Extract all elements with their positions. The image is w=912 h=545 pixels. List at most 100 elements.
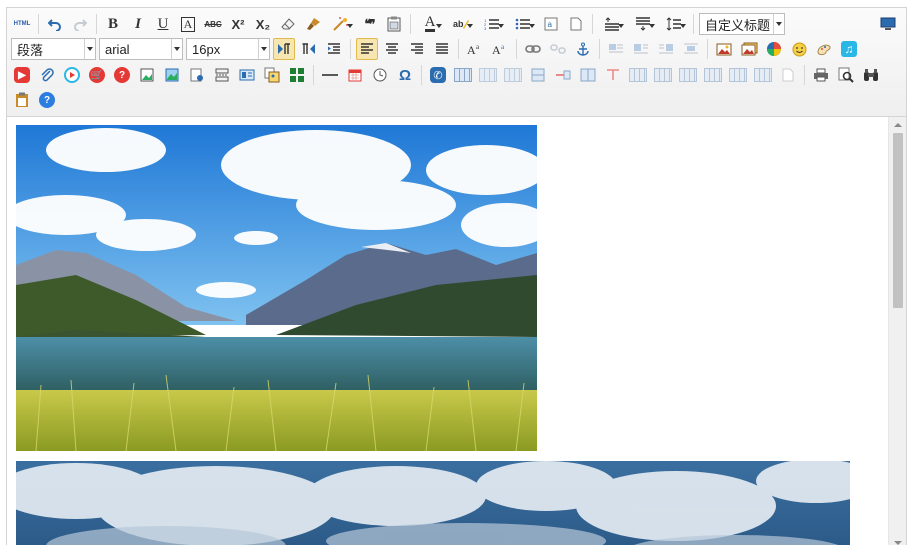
redo-button[interactable] xyxy=(69,13,91,35)
strikethrough-button[interactable]: ABC xyxy=(202,13,224,35)
quote-icon: ❝❞ xyxy=(364,17,376,31)
insert-image-button[interactable] xyxy=(738,38,760,60)
delete-col-button[interactable] xyxy=(552,64,574,86)
split-cols-button[interactable] xyxy=(702,64,724,86)
row-spacing-bottom-button[interactable] xyxy=(629,13,657,35)
back-color-button[interactable]: ab xyxy=(447,13,475,35)
template-button[interactable] xyxy=(186,64,208,86)
background-button[interactable] xyxy=(211,64,233,86)
image-none-button[interactable] xyxy=(605,38,627,60)
ordered-list-button[interactable]: 123 xyxy=(478,13,506,35)
html-source-button[interactable]: HTML xyxy=(11,13,33,35)
insert-row-button[interactable] xyxy=(477,64,499,86)
merge-down-button[interactable] xyxy=(627,64,649,86)
custom-style-select[interactable]: 自定义标题 xyxy=(699,13,785,35)
line-height-button[interactable] xyxy=(660,13,688,35)
anchor-button[interactable] xyxy=(572,38,594,60)
scroll-thumb[interactable] xyxy=(893,133,903,308)
emotion-button[interactable] xyxy=(763,38,785,60)
attachment-button[interactable] xyxy=(36,64,58,86)
scroll-up-arrow-icon[interactable] xyxy=(894,123,902,127)
table-props-button[interactable] xyxy=(727,64,749,86)
cell-props-button[interactable] xyxy=(752,64,774,86)
font-border-button[interactable]: A xyxy=(177,13,199,35)
insert-code-button[interactable]: a xyxy=(540,13,562,35)
preview-button[interactable] xyxy=(835,64,857,86)
simple-upload-button[interactable] xyxy=(713,38,735,60)
superscript-icon: X² xyxy=(231,16,245,32)
fullscreen-button[interactable] xyxy=(877,13,899,35)
insert-table-button[interactable] xyxy=(452,64,474,86)
font-family-select[interactable]: arial xyxy=(99,38,183,60)
help-red-button[interactable]: ? xyxy=(111,64,133,86)
magnifier-icon xyxy=(838,67,854,83)
underline-button[interactable]: U xyxy=(152,13,174,35)
help-button[interactable]: ? xyxy=(36,89,58,111)
lowercase-button[interactable]: Aa xyxy=(489,38,511,60)
phone-button[interactable]: ✆ xyxy=(427,64,449,86)
word-image-button[interactable] xyxy=(261,64,283,86)
undo-button[interactable] xyxy=(44,13,66,35)
paragraph-select[interactable]: 段落 xyxy=(11,38,96,60)
special-chars-button[interactable]: Ω xyxy=(394,64,416,86)
uppercase-button[interactable]: Aa xyxy=(464,38,486,60)
row-spacing-top-button[interactable] xyxy=(598,13,626,35)
auto-typeset-button[interactable] xyxy=(327,13,355,35)
ltr-direction-button[interactable] xyxy=(273,38,295,60)
unlink-button[interactable] xyxy=(547,38,569,60)
search-replace-button[interactable] xyxy=(860,64,882,86)
subscript-button[interactable]: X₂ xyxy=(252,13,274,35)
play-media-button[interactable] xyxy=(61,64,83,86)
split-cells-button[interactable] xyxy=(652,64,674,86)
clock-icon xyxy=(373,68,387,82)
image-center-button[interactable] xyxy=(680,38,702,60)
scrawl-button[interactable] xyxy=(813,38,835,60)
link-button[interactable] xyxy=(522,38,544,60)
align-justify-button[interactable] xyxy=(431,38,453,60)
insert-col-button[interactable] xyxy=(502,64,524,86)
unordered-list-button[interactable] xyxy=(509,13,537,35)
shop-button[interactable]: 🛒 xyxy=(86,64,108,86)
paste-plain-button[interactable] xyxy=(383,13,405,35)
format-match-button[interactable] xyxy=(302,13,324,35)
align-right-icon xyxy=(411,43,423,54)
remove-format-button[interactable] xyxy=(277,13,299,35)
gmap-button[interactable] xyxy=(236,64,258,86)
align-right-button[interactable] xyxy=(406,38,428,60)
scroll-down-arrow-icon[interactable] xyxy=(894,541,902,545)
merge-cells-button[interactable] xyxy=(577,64,599,86)
sort-table-button[interactable] xyxy=(777,64,799,86)
image-right-button[interactable] xyxy=(655,38,677,60)
align-left-button[interactable] xyxy=(356,38,378,60)
grid-layout-button[interactable] xyxy=(286,64,308,86)
insert-video-button[interactable]: ▶ xyxy=(11,64,33,86)
superscript-button[interactable]: X² xyxy=(227,13,249,35)
insert-frame-button[interactable] xyxy=(565,13,587,35)
horizontal-rule-button[interactable] xyxy=(319,64,341,86)
indent-button[interactable] xyxy=(323,38,345,60)
font-color-button[interactable]: A xyxy=(416,13,444,35)
italic-button[interactable]: I xyxy=(127,13,149,35)
bold-button[interactable]: B xyxy=(102,13,124,35)
editor-content[interactable] xyxy=(7,117,890,545)
rtl-direction-button[interactable] xyxy=(298,38,320,60)
image-left-button[interactable] xyxy=(630,38,652,60)
delete-col-icon xyxy=(556,70,571,80)
align-center-button[interactable] xyxy=(381,38,403,60)
smiley-button[interactable] xyxy=(788,38,810,60)
music-button[interactable]: ♫ xyxy=(838,38,860,60)
vertical-scrollbar[interactable] xyxy=(888,117,906,545)
drafts-button[interactable] xyxy=(11,89,33,111)
delete-row-button[interactable] xyxy=(527,64,549,86)
insert-time-button[interactable] xyxy=(369,64,391,86)
insert-frame-image-button[interactable] xyxy=(136,64,158,86)
mountain-lake-image[interactable] xyxy=(16,125,537,451)
map-button[interactable] xyxy=(161,64,183,86)
insert-date-button[interactable] xyxy=(344,64,366,86)
font-size-select[interactable]: 16px xyxy=(186,38,270,60)
merge-right-button[interactable] xyxy=(602,64,624,86)
split-rows-button[interactable] xyxy=(677,64,699,86)
print-button[interactable] xyxy=(810,64,832,86)
cloudy-sky-image[interactable] xyxy=(16,461,850,545)
blockquote-button[interactable]: ❝❞ xyxy=(358,13,380,35)
